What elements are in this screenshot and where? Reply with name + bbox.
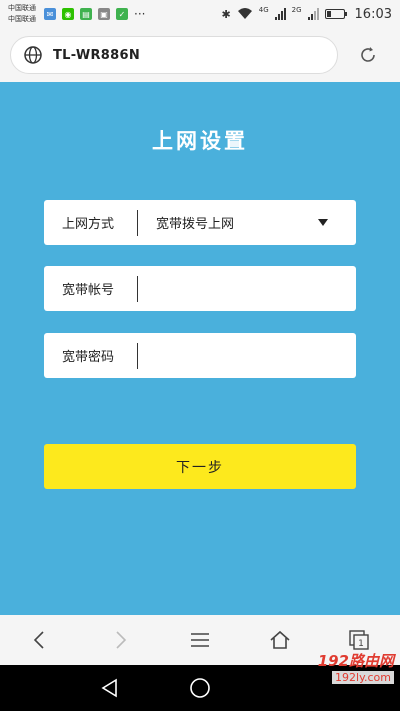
- carrier-info: 中国联通 中国联通: [8, 3, 36, 25]
- signal-1-icon: [274, 8, 286, 20]
- field-divider: [137, 209, 138, 236]
- network-type-2: 2G: [291, 5, 302, 14]
- signal-2-icon: [307, 8, 319, 20]
- notification-icons: ✉ ◉ ▤ ▣ ✓ ···: [44, 8, 145, 20]
- tabs-icon: 1: [349, 630, 369, 650]
- menu-icon: [191, 633, 209, 647]
- shield-icon: ✓: [116, 8, 128, 20]
- watermark-url: 192ly.com: [332, 671, 394, 684]
- reload-button[interactable]: [356, 43, 380, 67]
- broadband-account-input[interactable]: [142, 273, 356, 304]
- battery-icon: [324, 9, 347, 19]
- url-text[interactable]: TL-WR886N: [53, 48, 140, 63]
- chevron-down-icon[interactable]: [318, 219, 328, 226]
- clock: 16:03: [354, 6, 392, 22]
- status-bar: 中国联通 中国联通 ✉ ◉ ▤ ▣ ✓ ··· ✱ 4G 2G 16:03: [0, 0, 400, 28]
- more-dots-icon: ···: [134, 7, 146, 21]
- chevron-left-icon: [33, 631, 44, 649]
- wifi-icon: [237, 8, 252, 19]
- globe-icon: [24, 46, 42, 64]
- watermark: 192路由网 192ly.com: [318, 650, 394, 684]
- notes-icon: ▤: [80, 8, 92, 20]
- next-button[interactable]: 下一步: [44, 444, 356, 489]
- carrier-1: 中国联通: [8, 4, 36, 12]
- browser-toolbar: TL-WR886N: [0, 28, 400, 82]
- connection-type-value[interactable]: 宽带拨号上网: [156, 213, 318, 232]
- network-type-1: 4G: [258, 5, 269, 14]
- wechat-icon: ◉: [62, 8, 74, 20]
- bluetooth-icon: ✱: [221, 7, 231, 21]
- circle-home-icon: [190, 678, 210, 698]
- back-button[interactable]: [20, 620, 60, 660]
- broadband-password-input[interactable]: [142, 340, 356, 371]
- address-bar[interactable]: TL-WR886N: [10, 36, 338, 74]
- connection-type-select[interactable]: 上网方式 宽带拨号上网: [44, 200, 356, 245]
- field-divider: [137, 275, 138, 302]
- carrier-2: 中国联通: [8, 15, 36, 23]
- watermark-logo: 192路由网: [317, 652, 394, 670]
- page-title: 上网设置: [152, 128, 248, 153]
- system-home-button[interactable]: [188, 676, 212, 700]
- broadband-password-label: 宽带密码: [62, 350, 115, 365]
- chevron-right-icon: [116, 631, 127, 649]
- reload-icon: [361, 47, 375, 62]
- broadband-account-field[interactable]: 宽带帐号: [44, 266, 356, 311]
- home-icon: [270, 630, 290, 649]
- field-divider: [137, 342, 138, 369]
- triangle-back-icon: [101, 678, 117, 698]
- system-back-button[interactable]: [98, 676, 122, 700]
- svg-text:1: 1: [358, 639, 364, 649]
- broadband-password-field[interactable]: 宽带密码: [44, 333, 356, 378]
- menu-button[interactable]: [180, 620, 220, 660]
- connection-type-label: 上网方式: [62, 217, 115, 232]
- image-icon: ✉: [44, 8, 56, 20]
- broadband-account-label: 宽带帐号: [62, 283, 115, 298]
- forward-button[interactable]: [100, 620, 140, 660]
- home-button[interactable]: [260, 620, 300, 660]
- photo-icon: ▣: [98, 8, 110, 20]
